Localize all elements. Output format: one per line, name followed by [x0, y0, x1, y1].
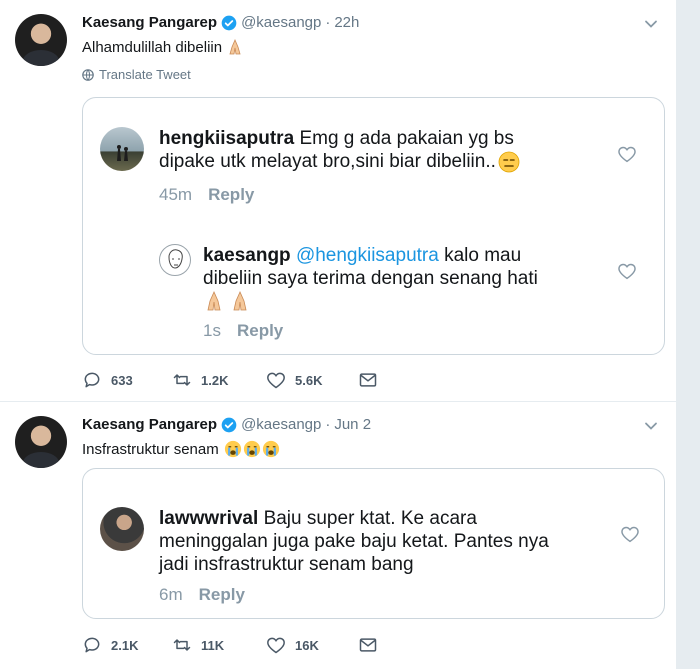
reply-link[interactable]: Reply: [237, 321, 283, 341]
tweet-text: Insfrastruktur senam: [82, 440, 280, 458]
user-handle[interactable]: @kaesangp: [241, 416, 321, 433]
tweet-header: Kaesang Pangarep @kaesangp · 22h: [82, 14, 360, 31]
reply-comment-2: kaesangp @hengkiisaputra kalo mau dibeli…: [203, 244, 623, 341]
heart-icon[interactable]: [620, 525, 640, 543]
heart-icon[interactable]: [617, 262, 637, 280]
dm-button[interactable]: [358, 635, 378, 655]
quoted-screenshot[interactable]: hengkiisaputra Emg g ada pakaian yg bs d…: [82, 97, 665, 355]
user-handle[interactable]: @kaesangp: [241, 14, 321, 31]
reply-link[interactable]: Reply: [199, 585, 245, 605]
tweet-header: Kaesang Pangarep @kaesangp · Jun 2: [82, 416, 372, 433]
tweet-2[interactable]: Kaesang Pangarep @kaesangp · Jun 2 Insfr…: [0, 402, 676, 669]
reply-comment-1: hengkiisaputra Emg g ada pakaian yg bs d…: [159, 127, 629, 205]
loudly-crying-emoji: [223, 440, 280, 458]
expressionless-emoji: [498, 151, 520, 172]
reply-avatar: [100, 507, 144, 551]
display-name[interactable]: Kaesang Pangarep: [82, 416, 217, 433]
caret-down-icon[interactable]: [644, 419, 658, 433]
verified-icon: [221, 15, 237, 30]
translate-tweet-link[interactable]: Translate Tweet: [82, 67, 191, 82]
page-background-gutter: [676, 0, 700, 669]
quoted-screenshot[interactable]: lawwwrival Baju super ktat. Ke acara men…: [82, 468, 665, 619]
dm-icon: [359, 373, 377, 387]
tweet-1[interactable]: Kaesang Pangarep @kaesangp · 22h Alhamdu…: [0, 0, 676, 402]
reply-icon: [84, 637, 100, 653]
heart-icon[interactable]: [617, 145, 637, 163]
retweet-icon: [173, 374, 191, 386]
mention-link[interactable]: @hengkiisaputra: [296, 245, 439, 266]
tweet-actions: 633 1.2K 5.6K: [82, 370, 378, 390]
avatar[interactable]: [15, 416, 67, 468]
dm-icon: [359, 638, 377, 652]
reply-avatar: [159, 244, 191, 276]
reply-icon: [84, 372, 100, 388]
verified-icon: [221, 417, 237, 432]
retweet-icon: [173, 639, 191, 651]
reply-comment-1: lawwwrival Baju super ktat. Ke acara men…: [159, 508, 549, 605]
reply-avatar: [100, 127, 144, 171]
reply-button[interactable]: 2.1K: [82, 635, 172, 655]
reply-button[interactable]: 633: [82, 370, 172, 390]
reply-link[interactable]: Reply: [208, 185, 254, 205]
like-icon: [267, 372, 285, 389]
tweet-timestamp[interactable]: Jun 2: [334, 416, 371, 433]
like-button[interactable]: 5.6K: [266, 370, 358, 390]
retweet-button[interactable]: 11K: [172, 635, 266, 655]
dm-button[interactable]: [358, 370, 378, 390]
tweet-actions: 2.1K 11K 16K: [82, 635, 378, 655]
like-button[interactable]: 16K: [266, 635, 358, 655]
avatar[interactable]: [15, 14, 67, 66]
tweet-timestamp[interactable]: 22h: [334, 14, 359, 31]
praying-hands-emoji: [203, 290, 623, 314]
retweet-button[interactable]: 1.2K: [172, 370, 266, 390]
globe-icon: [82, 68, 94, 81]
tweet-text: Alhamdulillah dibeliin: [82, 38, 244, 56]
display-name[interactable]: Kaesang Pangarep: [82, 14, 217, 31]
caret-down-icon[interactable]: [644, 17, 658, 31]
praying-hands-emoji: [226, 38, 244, 56]
like-icon: [267, 637, 285, 654]
